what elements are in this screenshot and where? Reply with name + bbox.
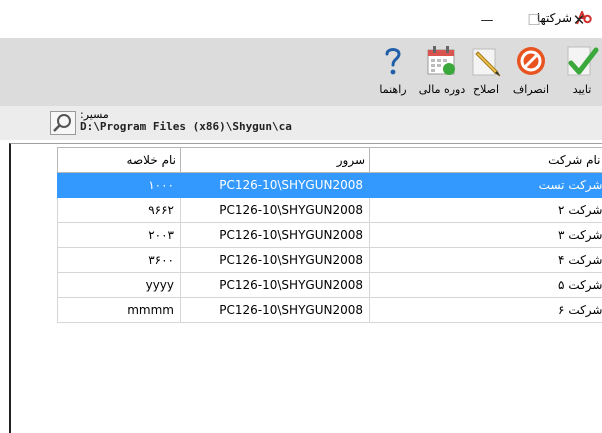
column-header-server[interactable]: سرور	[180, 147, 370, 173]
close-button[interactable]: ✕	[562, 8, 596, 32]
summary-name-cell: ۲۰۰۳	[57, 222, 181, 248]
company-name-cell: شرکت تست	[369, 172, 602, 198]
summary-name-cell: mmmm	[57, 297, 181, 323]
table-row[interactable]: ۹۶۶۲ PC126-10\SHYGUN2008 شرکت ۲	[57, 197, 602, 223]
help-button[interactable]: راهنما	[372, 44, 414, 96]
table-row[interactable]: ۳۶۰۰ PC126-10\SHYGUN2008 شرکت ۴	[57, 247, 602, 273]
company-name-cell: شرکت ۴	[369, 247, 602, 273]
server-cell: PC126-10\SHYGUN2008	[180, 197, 370, 223]
confirm-button[interactable]: تایید	[562, 44, 602, 96]
table-row[interactable]: ۲۰۰۳ PC126-10\SHYGUN2008 شرکت ۳	[57, 222, 602, 248]
help-icon	[385, 48, 401, 75]
company-name-cell: شرکت ۶	[369, 297, 602, 323]
company-name-cell: شرکت ۵	[369, 272, 602, 298]
column-header-summary-name[interactable]: نام خلاصه	[57, 147, 181, 173]
companies-grid: نام خلاصه سرور نام شرکت ۱۰۰۰ PC126-10\SH…	[9, 143, 602, 433]
edit-button[interactable]: اصلاح	[466, 44, 506, 96]
cancel-button[interactable]: انصراف	[507, 44, 555, 96]
column-header-company-name[interactable]: نام شرکت	[369, 147, 602, 173]
minimize-button[interactable]: —	[470, 8, 504, 32]
summary-name-cell: ۱۰۰۰	[57, 172, 181, 198]
edit-label: اصلاح	[472, 83, 500, 96]
fiscal-period-label: دوره مالی	[418, 83, 466, 96]
server-cell: PC126-10\SHYGUN2008	[180, 222, 370, 248]
checkmark-icon	[567, 46, 599, 76]
summary-name-cell: yyyy	[57, 272, 181, 298]
server-cell: PC126-10\SHYGUN2008	[180, 172, 370, 198]
path-value: D:\Program Files (x86)\Shygun\ca	[80, 120, 292, 133]
help-label: راهنما	[379, 83, 407, 96]
close-icon: ✕	[572, 11, 586, 29]
cancel-label: انصراف	[512, 83, 550, 96]
title-bar: شرکتها — ☐ ✕	[0, 0, 602, 38]
company-name-cell: شرکت ۳	[369, 222, 602, 248]
table-row[interactable]: mmmm PC126-10\SHYGUN2008 شرکت ۶	[57, 297, 602, 323]
table-row[interactable]: yyyy PC126-10\SHYGUN2008 شرکت ۵	[57, 272, 602, 298]
company-name-cell: شرکت ۲	[369, 197, 602, 223]
server-cell: PC126-10\SHYGUN2008	[180, 297, 370, 323]
grid-gutter	[11, 144, 57, 433]
cancel-icon	[517, 47, 545, 75]
minimize-icon: —	[480, 12, 494, 28]
summary-name-cell: ۹۶۶۲	[57, 197, 181, 223]
maximize-button[interactable]: ☐	[517, 8, 551, 32]
path-bar: مسیر: D:\Program Files (x86)\Shygun\ca	[0, 106, 602, 140]
table-header-row: نام خلاصه سرور نام شرکت	[57, 147, 602, 173]
toolbar: تایید انصراف اصلاح دوره مالی راهنما	[0, 38, 602, 106]
confirm-label: تایید	[572, 83, 592, 96]
summary-name-cell: ۳۶۰۰	[57, 247, 181, 273]
server-cell: PC126-10\SHYGUN2008	[180, 272, 370, 298]
server-cell: PC126-10\SHYGUN2008	[180, 247, 370, 273]
fiscal-period-button[interactable]: دوره مالی	[417, 44, 467, 96]
pencil-icon	[472, 48, 501, 77]
table-row[interactable]: ۱۰۰۰ PC126-10\SHYGUN2008 شرکت تست	[57, 172, 602, 198]
search-icon	[53, 114, 71, 132]
browse-path-button[interactable]	[50, 111, 76, 135]
calendar-icon	[427, 46, 455, 75]
maximize-icon: ☐	[527, 11, 541, 29]
companies-table: نام خلاصه سرور نام شرکت ۱۰۰۰ PC126-10\SH…	[57, 147, 602, 323]
